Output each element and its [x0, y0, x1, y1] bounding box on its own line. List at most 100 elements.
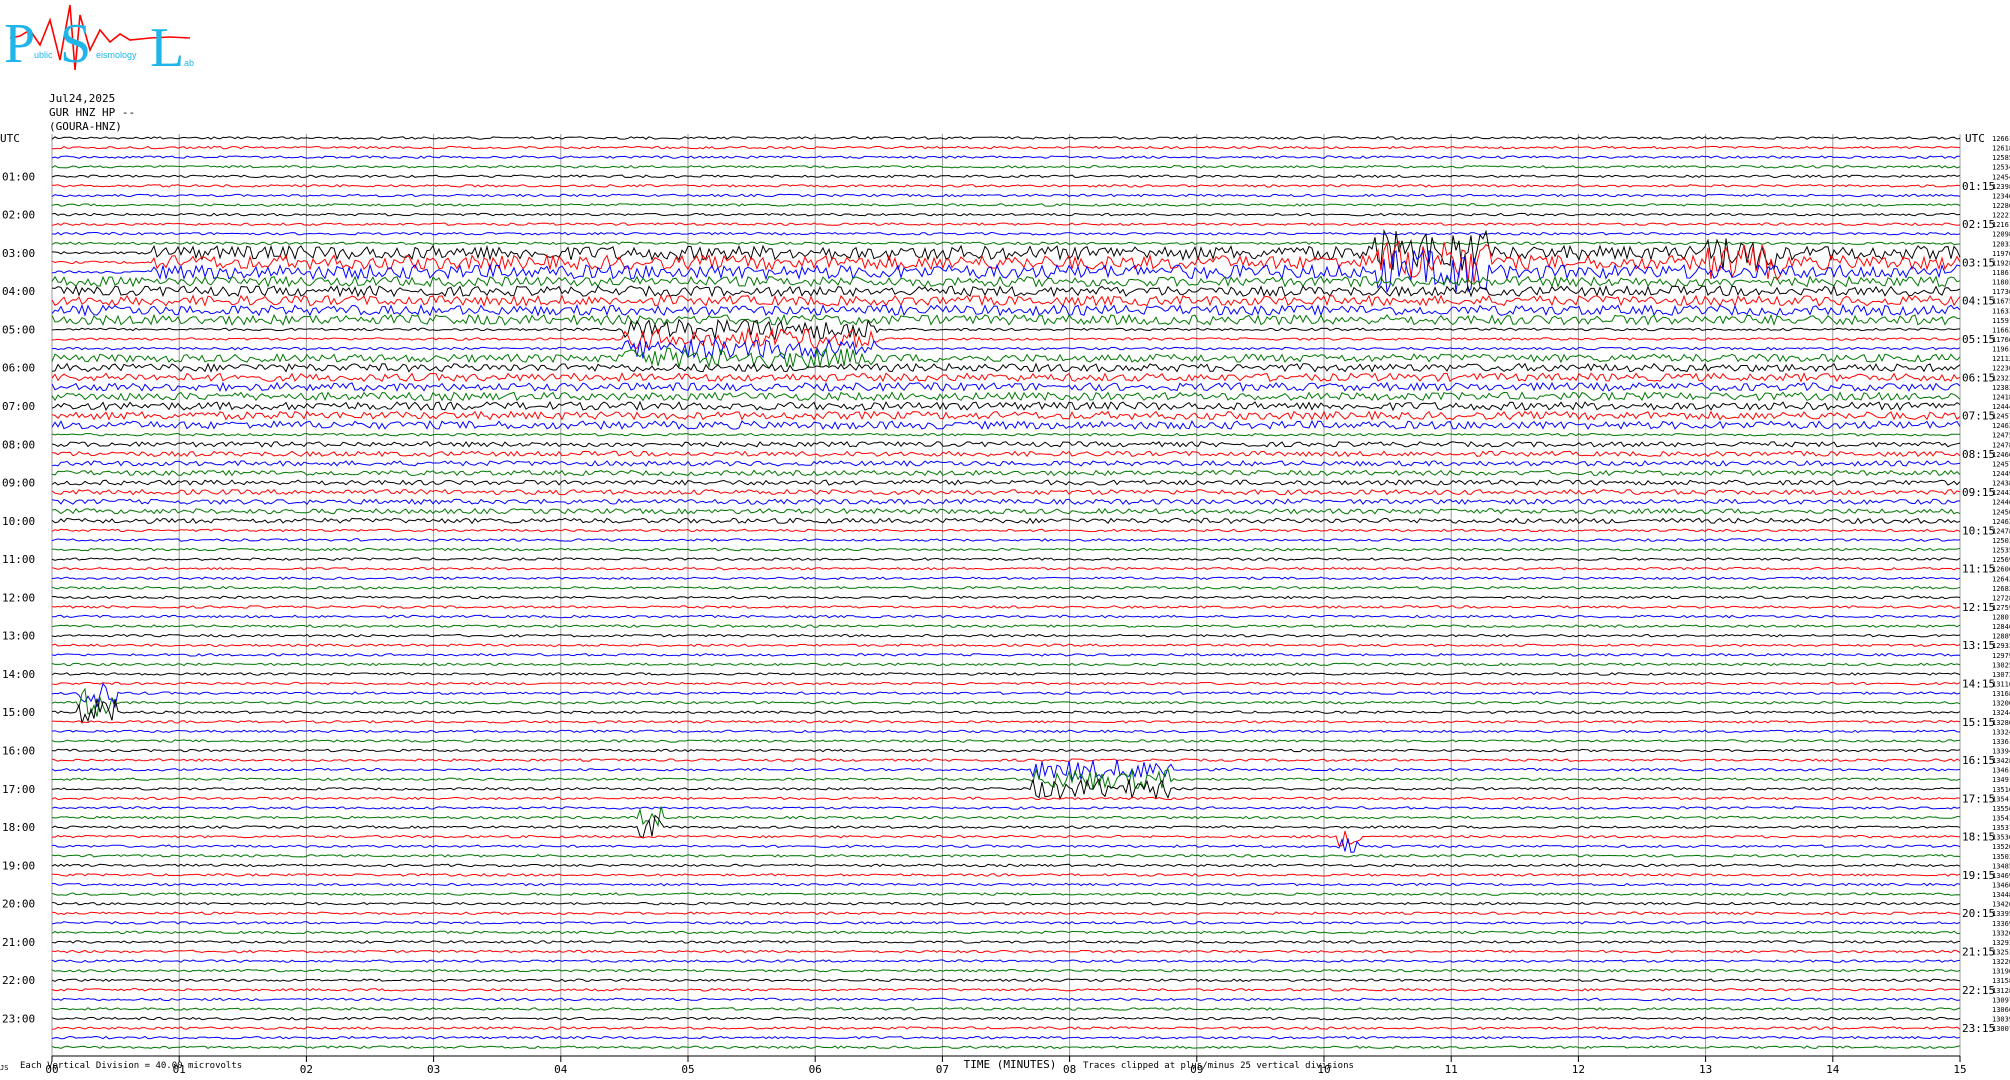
trace-value-label: 13395 [1992, 910, 2010, 918]
left-hour-label: 20:00 [2, 898, 35, 911]
trace-line [51, 959, 1961, 963]
trace-value-label: 12098 [1992, 231, 2010, 239]
trace-line [51, 566, 1961, 571]
trace-value-label: 11861 [1992, 269, 2010, 277]
traces [51, 136, 1961, 1050]
trace-value-label: 12846 [1992, 623, 2010, 631]
trace-value-label: 13158 [1992, 977, 2010, 985]
trace-line [51, 450, 1961, 458]
trace-value-label: 13491 [1992, 776, 2010, 784]
trace-value-label: 12033 [1992, 240, 2010, 248]
trace-value-label: 13244 [1992, 709, 2010, 717]
trace-value-label: 13168 [1992, 690, 2010, 698]
trace-line [51, 164, 1961, 169]
trace-line [51, 538, 1961, 542]
trace-line [51, 362, 1961, 373]
trace-value-label: 12478 [1992, 441, 2010, 449]
trace-value-label: 13394 [1992, 748, 2010, 756]
trace-line [51, 882, 1961, 887]
x-tick-label: 12 [1572, 1063, 1585, 1076]
trace-line [51, 284, 1961, 298]
trace-line [51, 174, 1961, 179]
trace-line [51, 940, 1961, 944]
trace-value-label: 12801 [1992, 614, 2010, 622]
trace-line [51, 400, 1961, 412]
left-hour-label: 15:00 [2, 706, 35, 719]
trace-value-label: 12454 [1992, 173, 2010, 181]
trace-value-label: 13516 [1992, 786, 2010, 794]
trace-value-label: 13369 [1992, 920, 2010, 928]
trace-line [51, 557, 1961, 561]
trace-line [51, 547, 1961, 552]
trace-line [51, 988, 1961, 992]
trace-value-label: 13543 [1992, 815, 2010, 823]
trace-value-label: 12457 [1992, 413, 2010, 421]
trace-line [52, 184, 1961, 188]
trace-line [51, 758, 1961, 762]
trace-line [51, 739, 1961, 743]
trace-value-label: 11970 [1992, 250, 2010, 258]
right-hour-label: 20:15 [1962, 907, 1995, 920]
trace-line [51, 605, 1961, 609]
trace-value-label: 13253 [1992, 949, 2010, 957]
trace-value-label: 12728 [1992, 594, 2010, 602]
x-tick-label: 06 [809, 1063, 822, 1076]
trace-value-label: 12383 [1992, 384, 2010, 392]
trace-line [51, 585, 1961, 590]
trace-line [51, 381, 1961, 392]
left-hour-label: 14:00 [2, 668, 35, 681]
trace-value-label: 13190 [1992, 968, 2010, 976]
left-hour-label: 08:00 [2, 438, 35, 451]
trace-line [51, 830, 1961, 847]
scale-note: Each Vertical Division = 40.00 microvolt… [20, 1061, 242, 1071]
trace-line [51, 930, 1961, 935]
trace-value-label: 12418 [1992, 393, 2010, 401]
trace-value-label: 13128 [1992, 987, 2010, 995]
trace-line [51, 1007, 1961, 1011]
left-hour-label: 17:00 [2, 783, 35, 796]
trace-line [51, 949, 1961, 954]
trace-line [51, 488, 1961, 496]
trace-line [51, 873, 1961, 877]
trace-line [51, 241, 1961, 246]
trace-value-label: 11633 [1992, 307, 2010, 315]
left-hour-label: 19:00 [2, 859, 35, 872]
trace-value-label: 13530 [1992, 834, 2010, 842]
x-tick-label: 08 [1063, 1063, 1076, 1076]
trace-value-label: 13116 [1992, 681, 2010, 689]
trace-value-label: 11662 [1992, 326, 2010, 334]
trace-line [51, 231, 1961, 236]
trace-value-label: 13526 [1992, 843, 2010, 851]
left-hour-label: 13:00 [2, 630, 35, 643]
trace-line [51, 767, 1961, 790]
x-tick-label: 15 [1953, 1063, 1966, 1076]
right-hour-label: 06:15 [1962, 371, 1995, 384]
trace-value-label: 13485 [1992, 862, 2010, 870]
trace-value-label: 12442 [1992, 489, 2010, 497]
trace-value-label: 13206 [1992, 700, 2010, 708]
trace-line [52, 837, 1961, 853]
right-hour-label: 17:15 [1962, 792, 1995, 805]
trace-line [51, 854, 1961, 858]
x-tick-label: 13 [1699, 1063, 1712, 1076]
trace-line [51, 528, 1961, 533]
trace-line [51, 410, 1961, 421]
trace-line [51, 624, 1961, 628]
x-tick-label: 07 [936, 1063, 949, 1076]
trace-line [51, 294, 1961, 308]
right-hour-label: 01:15 [1962, 180, 1995, 193]
right-hour-label: 14:15 [1962, 678, 1995, 691]
trace-value-label: 13286 [1992, 719, 2010, 727]
trace-value-label: 13072 [1992, 671, 2010, 679]
x-tick-label: 02 [300, 1063, 313, 1076]
trace-line [51, 901, 1961, 906]
left-hour-label: 12:00 [2, 591, 35, 604]
trace-line [51, 806, 1961, 810]
right-hour-label: 04:15 [1962, 295, 1995, 308]
trace-line [51, 759, 1961, 781]
left-hour-label: 23:00 [2, 1013, 35, 1026]
x-axis-title: TIME (MINUTES) [964, 1058, 1057, 1071]
trace-line [51, 777, 1961, 801]
trace-line [51, 327, 1961, 350]
trace-line [51, 347, 1961, 369]
